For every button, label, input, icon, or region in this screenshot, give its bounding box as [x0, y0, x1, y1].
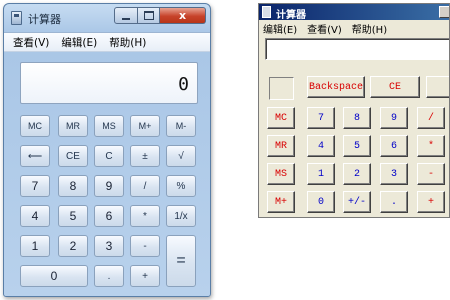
menu-help[interactable]: 帮助(H) [352, 21, 387, 36]
m-plus-button[interactable]: M+ [130, 115, 160, 137]
clear-button[interactable] [426, 76, 449, 98]
close-button[interactable]: x [160, 7, 206, 24]
multiply-button[interactable]: * [130, 205, 160, 227]
divide-button[interactable]: / [130, 175, 160, 197]
memory-indicator [269, 77, 294, 100]
decimal-button[interactable]: . [94, 265, 124, 287]
classic-window-title: 计算器 [276, 10, 306, 21]
ms-button[interactable]: MS [94, 115, 124, 137]
digit-2-button[interactable]: 2 [58, 235, 88, 257]
menu-view[interactable]: 查看(V) [13, 35, 49, 50]
clear-button[interactable]: C [94, 145, 124, 167]
win7-menu-bar: 查看(V) 编辑(E) 帮助(H) [4, 32, 210, 52]
m-plus-button[interactable]: M+ [267, 191, 295, 213]
menu-edit[interactable]: 编辑(E) [61, 35, 97, 50]
digit-8-button[interactable]: 8 [343, 107, 371, 129]
reciprocal-button[interactable]: 1/x [166, 205, 196, 227]
display-value: 0 [178, 74, 189, 95]
win7-calculator-body: 0 MC MR MS M+ M- ⟵ CE C ± √ 7 8 9 / % 4 … [4, 52, 210, 296]
close-button[interactable] [439, 6, 449, 18]
classic-calculator-window: 计算器 编辑(E) 查看(V) 帮助(H) Backspace CE MC 7 … [258, 3, 450, 218]
menu-edit[interactable]: 编辑(E) [263, 21, 297, 36]
digit-8-button[interactable]: 8 [58, 175, 88, 197]
decimal-button[interactable]: . [380, 191, 408, 213]
digit-7-button[interactable]: 7 [20, 175, 50, 197]
digit-9-button[interactable]: 9 [380, 107, 408, 129]
mr-button[interactable]: MR [58, 115, 88, 137]
win7-title-bar[interactable]: 计算器 x [4, 4, 210, 32]
digit-6-button[interactable]: 6 [94, 205, 124, 227]
negate-button[interactable]: ± [130, 145, 160, 167]
equals-button[interactable]: = [166, 235, 196, 287]
add-button[interactable]: + [417, 191, 445, 213]
win7-display: 0 [20, 62, 198, 104]
m-minus-button[interactable]: M- [166, 115, 196, 137]
win7-window-title: 计算器 [28, 13, 61, 26]
ms-button[interactable]: MS [267, 163, 295, 185]
classic-menu-bar: 编辑(E) 查看(V) 帮助(H) [259, 20, 449, 36]
digit-3-button[interactable]: 3 [380, 163, 408, 185]
divide-button[interactable]: / [417, 107, 445, 129]
classic-title-bar[interactable]: 计算器 [259, 4, 449, 21]
negate-button[interactable]: +/- [343, 191, 371, 213]
digit-4-button[interactable]: 4 [307, 135, 335, 157]
mr-button[interactable]: MR [267, 135, 295, 157]
digit-1-button[interactable]: 1 [307, 163, 335, 185]
digit-7-button[interactable]: 7 [307, 107, 335, 129]
clear-entry-button[interactable]: CE [370, 76, 420, 98]
percent-button[interactable]: % [166, 175, 196, 197]
classic-display [265, 38, 449, 60]
multiply-button[interactable]: * [417, 135, 445, 157]
menu-view[interactable]: 查看(V) [307, 21, 342, 36]
backspace-button[interactable]: Backspace [307, 76, 365, 98]
digit-4-button[interactable]: 4 [20, 205, 50, 227]
digit-5-button[interactable]: 5 [343, 135, 371, 157]
subtract-button[interactable]: - [417, 163, 445, 185]
maximize-button[interactable] [138, 7, 160, 24]
digit-5-button[interactable]: 5 [58, 205, 88, 227]
digit-9-button[interactable]: 9 [94, 175, 124, 197]
digit-6-button[interactable]: 6 [380, 135, 408, 157]
mc-button[interactable]: MC [20, 115, 50, 137]
minimize-button[interactable] [114, 7, 138, 24]
digit-0-button[interactable]: 0 [20, 265, 88, 287]
sqrt-button[interactable]: √ [166, 145, 196, 167]
digit-1-button[interactable]: 1 [20, 235, 50, 257]
digit-0-button[interactable]: 0 [307, 191, 335, 213]
digit-2-button[interactable]: 2 [343, 163, 371, 185]
add-button[interactable]: + [130, 265, 160, 287]
win7-calculator-window: 计算器 x 查看(V) 编辑(E) 帮助(H) 0 MC MR MS M+ M-… [3, 3, 211, 297]
calculator-app-icon [11, 11, 22, 25]
subtract-button[interactable]: - [130, 235, 160, 257]
digit-3-button[interactable]: 3 [94, 235, 124, 257]
mc-button[interactable]: MC [267, 107, 295, 129]
menu-help[interactable]: 帮助(H) [109, 35, 146, 50]
clear-entry-button[interactable]: CE [58, 145, 88, 167]
backspace-button[interactable]: ⟵ [20, 145, 50, 167]
calculator-app-icon [262, 6, 271, 18]
